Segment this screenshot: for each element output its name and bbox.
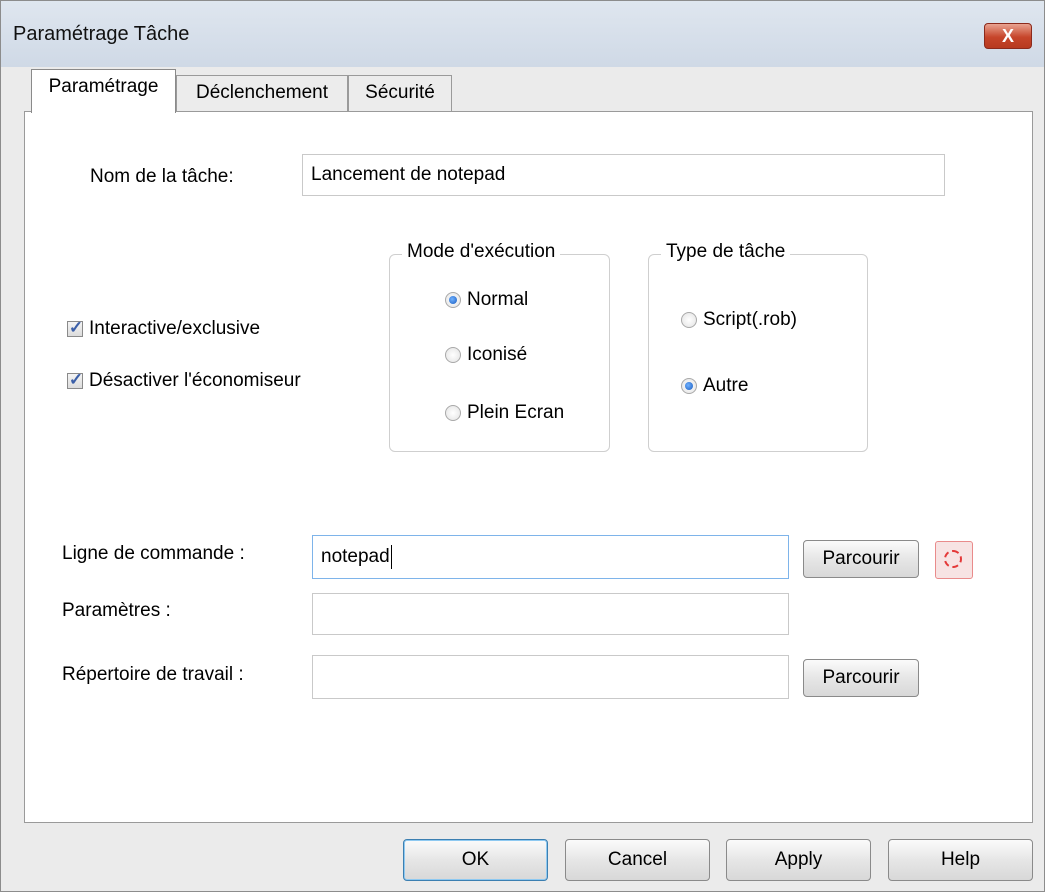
- checkbox-box[interactable]: ✓: [67, 318, 84, 337]
- task-name-value: Lancement de notepad: [311, 164, 506, 185]
- radio-iconise-label: Iconisé: [467, 344, 528, 365]
- title-bar[interactable]: Paramétrage Tâche X: [1, 1, 1044, 67]
- radio-normal-label: Normal: [467, 289, 529, 310]
- window-title: Paramétrage Tâche: [13, 23, 190, 45]
- checkbox-box[interactable]: ✓: [67, 370, 84, 389]
- radio-button[interactable]: [445, 347, 461, 363]
- ok-button[interactable]: OK: [403, 839, 548, 881]
- radio-button[interactable]: [681, 312, 697, 328]
- apply-button[interactable]: Apply: [726, 839, 871, 881]
- radio-autre[interactable]: Autre: [681, 375, 748, 397]
- execution-mode-group: Mode d'exécution Normal Iconisé Plein Ec…: [389, 241, 610, 452]
- radio-plein-ecran-label: Plein Ecran: [467, 402, 565, 423]
- interactive-checkbox[interactable]: ✓ Interactive/exclusive: [67, 318, 260, 340]
- radio-autre-label: Autre: [703, 375, 749, 396]
- command-line-label: Ligne de commande :: [62, 543, 245, 564]
- radio-normal[interactable]: Normal: [445, 289, 528, 311]
- interactive-label: Interactive/exclusive: [89, 318, 261, 339]
- parameters-label: Paramètres :: [62, 600, 171, 621]
- browse-command-button[interactable]: Parcourir: [803, 540, 919, 578]
- check-icon: ✓: [68, 370, 84, 389]
- task-name-input[interactable]: Lancement de notepad: [302, 154, 945, 196]
- tab-panel: Nom de la tâche: Lancement de notepad ✓ …: [24, 111, 1033, 823]
- tab-declenchement[interactable]: Déclenchement: [176, 75, 348, 111]
- dialog-window: Paramétrage Tâche X Paramétrage Déclench…: [0, 0, 1045, 892]
- command-line-input[interactable]: notepad: [312, 535, 789, 579]
- browse-working-dir-button[interactable]: Parcourir: [803, 659, 919, 697]
- close-icon: X: [1001, 26, 1014, 46]
- radio-plein-ecran[interactable]: Plein Ecran: [445, 402, 564, 424]
- radio-iconise[interactable]: Iconisé: [445, 344, 527, 366]
- working-dir-input[interactable]: [312, 655, 789, 699]
- task-type-title: Type de tâche: [661, 241, 791, 263]
- cancel-button[interactable]: Cancel: [565, 839, 710, 881]
- tab-securite[interactable]: Sécurité: [348, 75, 452, 111]
- close-button[interactable]: X: [984, 23, 1032, 49]
- working-dir-label: Répertoire de travail :: [62, 664, 244, 685]
- command-line-value: notepad: [321, 546, 390, 567]
- help-button[interactable]: Help: [888, 839, 1033, 881]
- execution-mode-title: Mode d'exécution: [402, 241, 561, 263]
- radio-script[interactable]: Script(.rob): [681, 309, 797, 331]
- tab-parametrage[interactable]: Paramétrage: [31, 69, 176, 113]
- parameters-input[interactable]: [312, 593, 789, 635]
- red-target-icon[interactable]: [935, 541, 973, 579]
- disable-screensaver-label: Désactiver l'économiseur: [89, 370, 301, 391]
- radio-button[interactable]: [445, 292, 461, 308]
- radio-button[interactable]: [681, 378, 697, 394]
- radio-button[interactable]: [445, 405, 461, 421]
- text-caret: [390, 545, 392, 569]
- task-type-group: Type de tâche Script(.rob) Autre: [648, 241, 868, 452]
- radio-script-label: Script(.rob): [703, 309, 797, 330]
- disable-screensaver-checkbox[interactable]: ✓ Désactiver l'économiseur: [67, 370, 301, 392]
- task-name-label: Nom de la tâche:: [90, 166, 234, 187]
- check-icon: ✓: [68, 318, 84, 337]
